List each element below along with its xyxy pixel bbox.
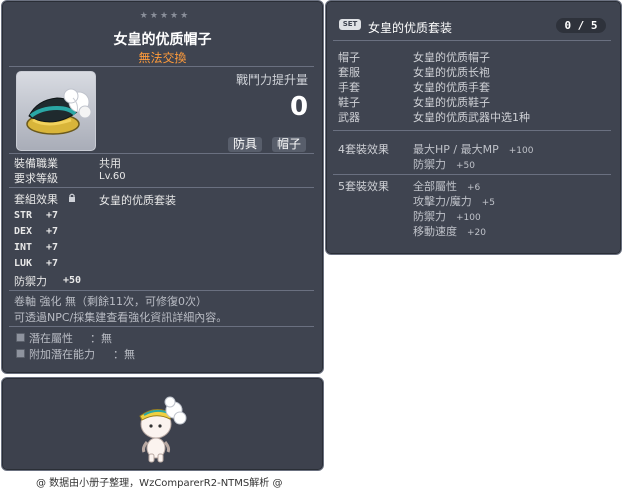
- level-value: Lv.60: [99, 171, 126, 182]
- set-effect-value: +6: [467, 183, 481, 193]
- level-label: 要求等級: [14, 172, 58, 185]
- set-part-slot: 武器: [338, 111, 360, 124]
- tag-armor: 防具: [228, 137, 263, 152]
- stat-value: +7: [46, 210, 59, 221]
- job-label: 裝備職業: [14, 157, 58, 170]
- stat-name: 防禦力: [14, 275, 47, 288]
- set-part-name: 女皇的优质帽子: [413, 51, 490, 64]
- stat-name: STR: [14, 210, 33, 221]
- star-icon: ★: [180, 11, 189, 21]
- set-part-slot: 帽子: [338, 51, 360, 64]
- set-effect-5-label: 5套裝效果: [338, 180, 389, 193]
- upgrade-info: 卷軸 強化 無（剩餘11次，可修復0次）: [14, 295, 207, 308]
- power-label: 戰鬥力提升量: [236, 73, 309, 87]
- stat-name: INT: [14, 242, 33, 253]
- stat-value: +7: [46, 226, 59, 237]
- set-effect-line: 最大HP / 最大MP +100: [413, 141, 533, 157]
- set-effect-line: 攻擊力/魔力 +5: [413, 193, 495, 209]
- set-effect-text: 防禦力: [413, 158, 446, 171]
- set-effect-label: 套組效果: [14, 193, 58, 206]
- set-badge: SET: [339, 19, 361, 30]
- set-effect-line: 防禦力 +100: [413, 208, 481, 224]
- divider: [9, 66, 314, 67]
- stat-name: DEX: [14, 226, 33, 237]
- queen-hat-icon: [26, 88, 92, 135]
- item-name: 女皇的优质帽子: [113, 32, 212, 48]
- divider: [333, 40, 611, 41]
- divider: [333, 174, 611, 175]
- stat-name: LUK: [14, 258, 33, 269]
- divider: [9, 153, 314, 154]
- potential-bullet-icon: [16, 333, 25, 342]
- star-icon: ★: [139, 11, 148, 21]
- star-icon: ★: [170, 11, 179, 21]
- additional-potential-label: 附加潛在能力: [29, 348, 95, 361]
- tag-hat: 帽子: [272, 137, 307, 152]
- set-effect-4-label: 4套裝效果: [338, 143, 389, 156]
- footer-credit: @ 数据由小册子整理，WzComparerR2-NTMS解析 @: [36, 478, 283, 489]
- set-effect-text: 移動速度: [413, 225, 457, 238]
- avatar-preview: [139, 396, 187, 463]
- stat-value: +7: [46, 242, 59, 253]
- set-part-slot: 手套: [338, 81, 360, 94]
- additional-potential-bullet-icon: [16, 349, 25, 358]
- stat-value: +50: [63, 275, 82, 286]
- set-count: 0 / 5: [556, 18, 606, 33]
- lock-icon: [69, 193, 75, 202]
- additional-potential-value: ：無: [113, 348, 135, 361]
- divider: [9, 326, 314, 327]
- star-rating: ★ ★ ★ ★ ★: [137, 11, 191, 21]
- set-effect-value: +100: [508, 146, 534, 156]
- set-part-name: 女皇的优质长袍: [413, 66, 490, 79]
- set-effect-value: +50: [456, 161, 475, 171]
- set-effect-line: 移動速度 +20: [413, 223, 486, 239]
- set-effect-line: 全部屬性 +6: [413, 178, 480, 194]
- star-icon: ★: [159, 11, 169, 21]
- potential-label: 潛在屬性: [29, 332, 73, 345]
- job-value: 共用: [99, 157, 121, 170]
- set-effect-text: 防禦力: [413, 210, 446, 223]
- star-icon: ★: [149, 11, 158, 21]
- set-part-name: 女皇的优质武器中选1种: [413, 111, 530, 124]
- stat-value: +7: [46, 258, 59, 269]
- set-effect-text: 最大HP / 最大MP: [413, 143, 499, 156]
- trade-status: 無法交換: [138, 51, 187, 65]
- power-value: 0: [290, 92, 309, 122]
- divider: [9, 290, 314, 291]
- divider: [333, 130, 611, 131]
- set-effect-text: 全部屬性: [413, 180, 457, 193]
- set-part-slot: 套服: [338, 66, 360, 79]
- set-effect-text: 攻擊力/魔力: [413, 195, 472, 208]
- potential-value: ：無: [90, 332, 112, 345]
- item-icon-frame: [16, 71, 96, 151]
- set-effect-value: 女皇的优质套装: [99, 194, 176, 207]
- upgrade-hint: 可透過NPC/採集建查看強化資訊詳細內容。: [14, 311, 228, 324]
- set-title: 女皇的优质套装: [368, 21, 453, 35]
- set-part-name: 女皇的优质手套: [413, 81, 490, 94]
- set-effect-value: +100: [456, 213, 481, 223]
- set-effect-line: 防禦力 +50: [413, 156, 475, 172]
- set-part-name: 女皇的优质鞋子: [413, 96, 490, 109]
- set-part-slot: 鞋子: [338, 96, 360, 109]
- set-effect-value: +20: [467, 228, 486, 238]
- divider: [9, 187, 314, 188]
- set-effect-value: +5: [481, 198, 495, 208]
